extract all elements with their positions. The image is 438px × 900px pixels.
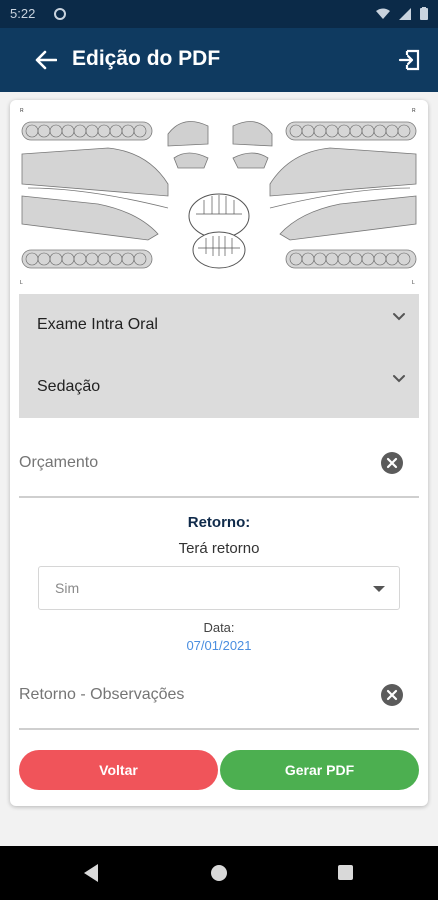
battery-icon (420, 7, 428, 20)
back-button[interactable] (30, 44, 62, 76)
nav-back-icon[interactable] (84, 864, 98, 882)
date-picker-value[interactable]: 07/01/2021 (10, 638, 428, 653)
expand-exame-intra-oral[interactable]: Exame Intra Oral (19, 294, 419, 356)
sync-status-icon (54, 8, 66, 20)
marker-bottom-right: L (412, 280, 415, 286)
nav-home-icon[interactable] (211, 865, 227, 881)
voltar-button[interactable]: Voltar (19, 750, 218, 790)
dental-chart: R L R L (20, 108, 417, 286)
status-time: 5:22 (10, 6, 36, 21)
arrow-left-icon (35, 50, 57, 70)
close-icon (386, 457, 398, 469)
chevron-down-icon (393, 313, 405, 321)
exit-button[interactable] (394, 44, 426, 76)
retorno-heading: Retorno: (187, 514, 251, 531)
nav-recents-icon[interactable] (338, 865, 353, 880)
expand-sedacao-label: Sedação (37, 378, 101, 395)
status-icons (376, 7, 428, 20)
chevron-down-icon (393, 375, 405, 383)
marker-top-right: R (412, 108, 416, 114)
expand-sedacao[interactable]: Sedação (19, 356, 419, 418)
expand-exame-intra-oral-label: Exame Intra Oral (37, 316, 158, 333)
app-bar: Edição do PDF (0, 28, 438, 92)
page-title: Edição do PDF (72, 47, 221, 70)
status-bar: 5:22 (0, 0, 438, 28)
date-label: Data: (203, 620, 235, 635)
expandable-sections: Exame Intra Oral Sedação (19, 294, 419, 418)
tera-retorno-select[interactable]: Sim (38, 566, 400, 610)
clear-observacoes-button[interactable] (381, 684, 403, 706)
orcamento-label: Orçamento (19, 454, 99, 471)
observacoes-field[interactable]: Retorno - Observações (19, 666, 419, 730)
close-icon (386, 689, 398, 701)
wifi-icon (376, 8, 390, 19)
dropdown-arrow-icon (373, 586, 385, 592)
clear-orcamento-button[interactable] (381, 452, 403, 474)
gerar-pdf-button[interactable]: Gerar PDF (220, 750, 419, 790)
system-nav-bar (0, 846, 438, 900)
field-underline (19, 728, 419, 730)
marker-bottom-left: L (20, 280, 23, 286)
orcamento-field[interactable]: Orçamento (19, 434, 419, 498)
marker-top-left: R (20, 108, 24, 114)
tera-retorno-label: Terá retorno (178, 540, 260, 557)
signal-icon (399, 7, 411, 20)
logout-icon (398, 49, 420, 71)
field-underline (19, 496, 419, 498)
tera-retorno-value: Sim (55, 580, 80, 596)
observacoes-label: Retorno - Observações (19, 686, 185, 703)
edit-card: R L R L Exame Intra Oral Sedação Orçamen… (10, 100, 428, 806)
